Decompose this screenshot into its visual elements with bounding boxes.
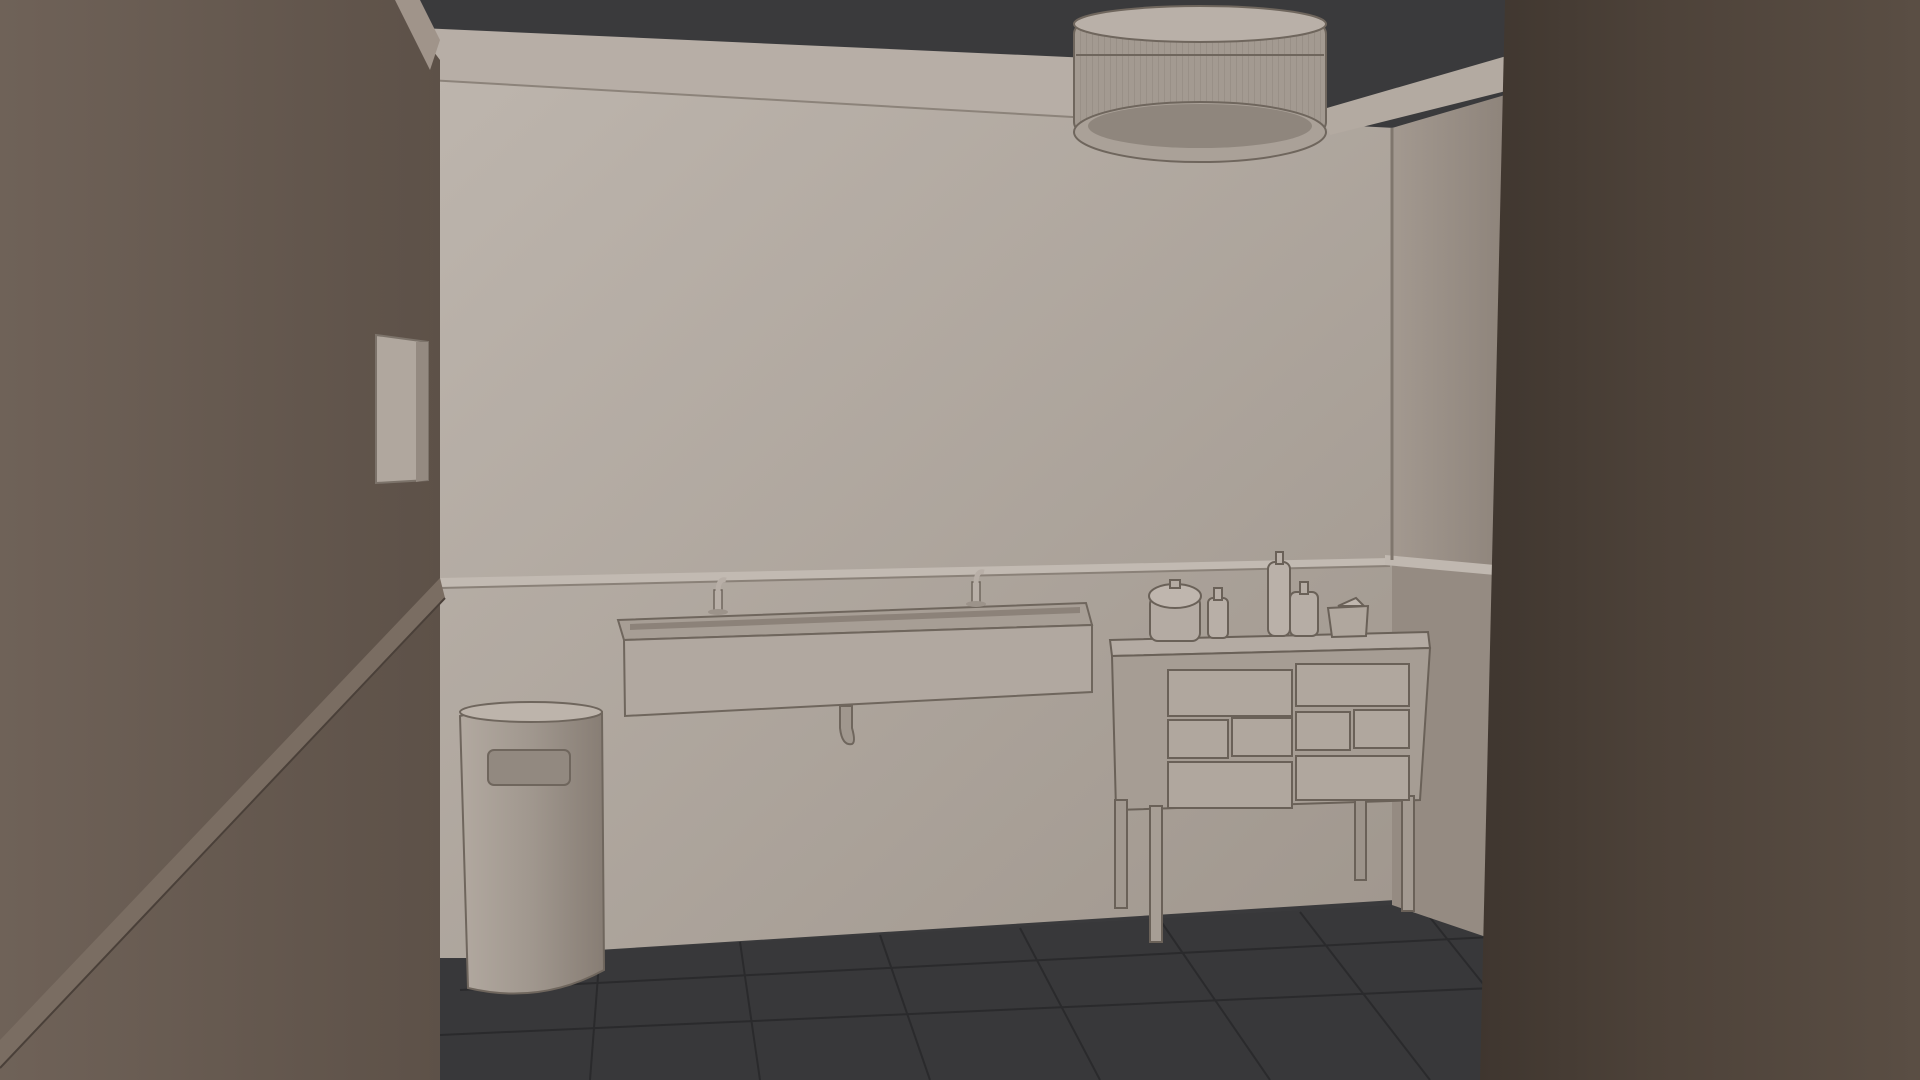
near-right-wall <box>1480 0 1920 1080</box>
bathroom-3d-viewport <box>0 0 1920 1080</box>
tall-bottle <box>1267 551 1291 637</box>
paper-towel-dispenser <box>375 333 429 485</box>
sink-drain-pipe <box>839 705 855 746</box>
scene-render <box>0 0 1920 1080</box>
lidded-jar <box>1148 579 1202 642</box>
right-side-wall <box>1392 95 1505 575</box>
half-round-waste-bin <box>458 701 606 995</box>
left-wall <box>0 0 440 1080</box>
drum-pendant-light <box>1073 5 1327 163</box>
